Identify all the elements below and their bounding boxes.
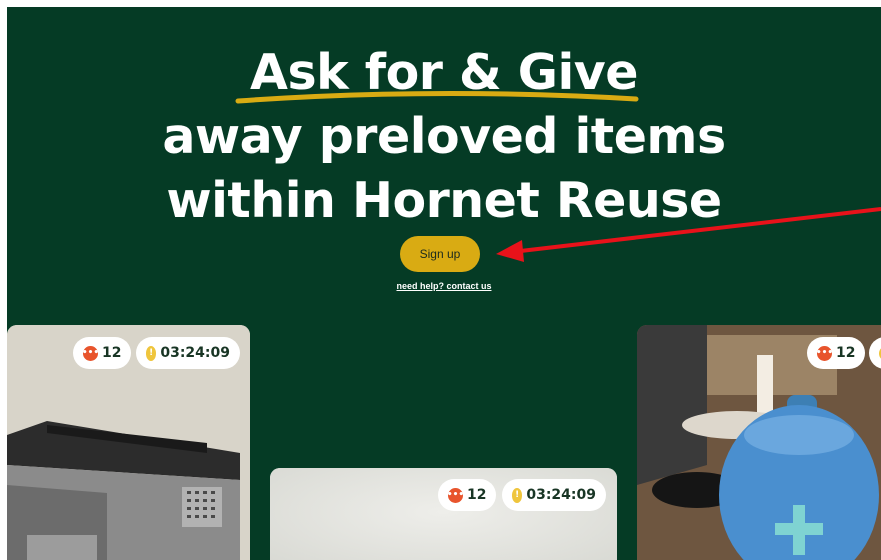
clock-icon: ! bbox=[512, 487, 523, 503]
clock-icon: ! bbox=[146, 345, 157, 361]
help-contact-link[interactable]: need help? contact us bbox=[7, 281, 881, 291]
timer-value: 03:24:09 bbox=[160, 345, 230, 361]
hero-title: Ask for & Give away preloved items withi… bbox=[7, 41, 881, 233]
hero-title-line-3: within Hornet Reuse bbox=[166, 172, 722, 229]
item-card-middle[interactable]: ••• 12 ! 03:24:09 bbox=[270, 468, 617, 560]
chat-bubble-icon: ••• bbox=[816, 345, 833, 361]
hero-title-line-2: away preloved items bbox=[162, 108, 726, 165]
title-underline-decoration bbox=[235, 90, 639, 104]
messages-count: 12 bbox=[467, 487, 487, 503]
messages-badge: ••• 12 bbox=[73, 337, 131, 369]
messages-count: 12 bbox=[102, 345, 122, 361]
chat-bubble-icon: ••• bbox=[82, 345, 99, 361]
hero-section: Ask for & Give away preloved items withi… bbox=[7, 7, 881, 560]
timer-value: 03:24:09 bbox=[526, 487, 596, 503]
item-card-speaker[interactable]: ••• 12 ! bbox=[637, 325, 881, 560]
timer-badge: ! 03:24:09 bbox=[136, 337, 240, 369]
messages-badge: ••• 12 bbox=[438, 479, 496, 511]
chat-bubble-icon: ••• bbox=[447, 487, 464, 503]
timer-badge: ! 03:24:09 bbox=[502, 479, 606, 511]
messages-badge: ••• 12 bbox=[807, 337, 865, 369]
messages-count: 12 bbox=[836, 345, 856, 361]
item-card-printer[interactable]: ••• 12 ! 03:24:09 bbox=[7, 325, 250, 560]
sign-up-button[interactable]: Sign up bbox=[400, 236, 480, 272]
